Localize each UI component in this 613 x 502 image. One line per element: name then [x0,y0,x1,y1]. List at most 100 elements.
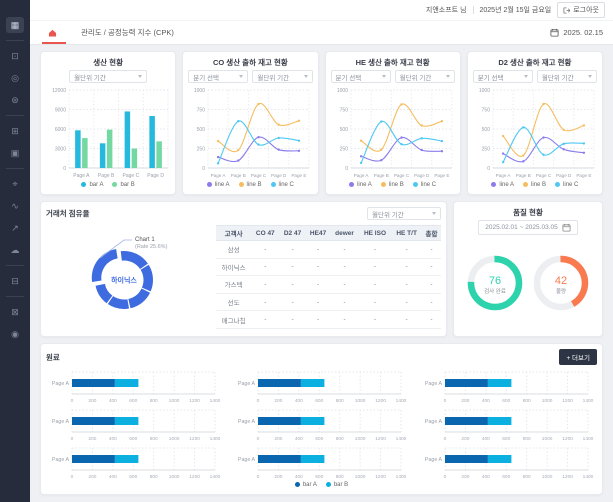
logout-icon [563,7,570,14]
svg-text:Page B: Page B [516,173,531,178]
more-button[interactable]: + 더보기 [559,349,597,365]
svg-text:1000: 1000 [541,398,552,404]
legend-item-line-B[interactable]: line B [381,182,404,188]
sidebar-item-card[interactable]: ⊠ [6,304,24,320]
legend-label: line B [247,182,262,188]
svg-text:750: 750 [339,108,348,114]
legend-item-line-C[interactable]: line C [271,182,294,188]
chevron-down-icon [138,75,142,78]
gallery-icon: ▣ [11,148,20,159]
svg-text:750: 750 [197,108,206,114]
sidebar-item-camera[interactable]: ◉ [6,326,24,342]
he-card: HE 생산 출하 재고 현황 분기 선택 월단위 기간 025050075010… [325,51,461,195]
table-cell: - [306,311,331,329]
sidebar-item-cloud[interactable]: ☁ [6,242,24,258]
table-cell: - [422,276,441,294]
breadcrumb: 관리도 / 공정능력 지수 (CPK) [81,27,174,38]
legend-item-bar-B[interactable]: bar B [326,482,348,488]
sidebar-divider [6,296,24,297]
period-dropdown[interactable]: 월단위 기간 [252,70,312,83]
sidebar-item-gallery[interactable]: ▣ [6,145,24,161]
table-cell: - [306,258,331,276]
svg-text:6000: 6000 [55,127,66,133]
filters: 분기 선택 월단위 기간 [331,70,455,83]
table-cell: - [251,293,279,311]
sidebar-item-info[interactable]: ◎ [6,70,24,86]
table-cell: - [330,311,358,329]
svg-text:Page A: Page A [52,457,70,463]
svg-text:400: 400 [109,398,117,404]
date-display[interactable]: 2025. 02.15 [550,28,603,37]
svg-text:검사 완료: 검사 완료 [484,287,506,295]
sidebar-item-target[interactable]: ⌖ [6,176,24,192]
svg-text:600: 600 [502,436,510,442]
daterange-picker[interactable]: 2025.02.01 ~ 2025.03.05 [478,220,577,235]
legend-item-bar-A[interactable]: bar A [81,182,103,188]
legend-item-line-C[interactable]: line C [555,182,578,188]
table-cell: 선도 [216,293,251,311]
legend-label: line A [215,182,230,188]
svg-text:76: 76 [489,275,501,287]
main-area: 지앤소프트 님 2025년 2월 15일 금요일 로그아웃 관리도 / 공정능력… [30,0,613,502]
production-bar-chart: 030006000900012000Page APage BPage CPage… [45,85,171,180]
card-title: 생산 현황 [46,57,170,68]
quality-gauges: 76검사 완료42불량 [459,235,597,331]
period-dropdown[interactable]: 월단위 기간 [367,207,441,220]
svg-text:Page D: Page D [147,173,164,179]
table-cell: - [279,276,305,294]
logout-label: 로그아웃 [573,5,599,15]
material-chart: 0200400600800100012001400Page A [419,444,597,480]
sidebar-item-panel[interactable]: ⊡ [6,48,24,64]
quarter-dropdown[interactable]: 분기 선택 [331,70,391,83]
home-icon [48,29,57,37]
svg-text:1400: 1400 [210,398,221,404]
legend-dot [112,182,117,187]
svg-text:1000: 1000 [337,88,348,94]
period-dropdown[interactable]: 월단위 기간 [537,70,597,83]
share-donut-chart: 하이닉스Chart 1(Rate 25.6%) [46,222,216,331]
breadcrumb-bar: 관리도 / 공정능력 지수 (CPK) 2025. 02.15 [30,21,613,45]
topbar-divider [473,6,474,14]
legend-dot [271,182,276,187]
period-dropdown[interactable]: 월단위 기간 [395,70,455,83]
legend-item-line-A[interactable]: line A [491,182,514,188]
legend-item-line-A[interactable]: line A [349,182,372,188]
svg-text:600: 600 [129,398,137,404]
logout-button[interactable]: 로그아웃 [557,2,605,18]
dashboard-icon: ▦ [11,20,20,31]
table-row: 선도------- [216,293,441,311]
legend-item-line-C[interactable]: line C [413,182,436,188]
quarter-dropdown[interactable]: 분기 선택 [473,70,533,83]
legend-label: line C [421,182,436,188]
material-chart: 0200400600800100012001400Page A [419,406,597,442]
sidebar-item-delivery[interactable]: ⊞ [6,123,24,139]
sidebar-item-dashboard[interactable]: ▦ [6,17,24,33]
table-cell: 하이닉스 [216,258,251,276]
card-header: 거래처 점유율 월단위 기간 [46,207,441,220]
table-cell: - [391,258,422,276]
svg-text:1200: 1200 [189,398,200,404]
chevron-down-icon [446,75,450,78]
sidebar-item-external-link[interactable]: ↗ [6,220,24,236]
svg-text:400: 400 [295,436,303,442]
legend-item-line-A[interactable]: line A [207,182,230,188]
chart-legend: bar A bar B [46,180,170,189]
table-cell: - [359,293,392,311]
quarter-dropdown[interactable]: 분기 선택 [188,70,248,83]
period-dropdown[interactable]: 월단위 기간 [69,70,147,83]
svg-text:1000: 1000 [479,88,490,94]
sidebar-item-monitor[interactable]: ⊟ [6,273,24,289]
home-tab[interactable] [40,21,65,44]
svg-text:0: 0 [443,436,446,442]
table-cell: - [359,311,392,329]
svg-text:1000: 1000 [169,398,180,404]
sidebar-item-settings[interactable]: ⊛ [6,92,24,108]
table-cell: - [391,311,422,329]
legend-item-line-B[interactable]: line B [523,182,546,188]
legend-item-line-B[interactable]: line B [239,182,262,188]
sidebar-item-stats[interactable]: ∿ [6,198,24,214]
table-cell: - [251,258,279,276]
legend-item-bar-A[interactable]: bar A [295,482,317,488]
legend-item-bar-B[interactable]: bar B [112,182,134,188]
svg-text:Page A: Page A [73,173,90,179]
